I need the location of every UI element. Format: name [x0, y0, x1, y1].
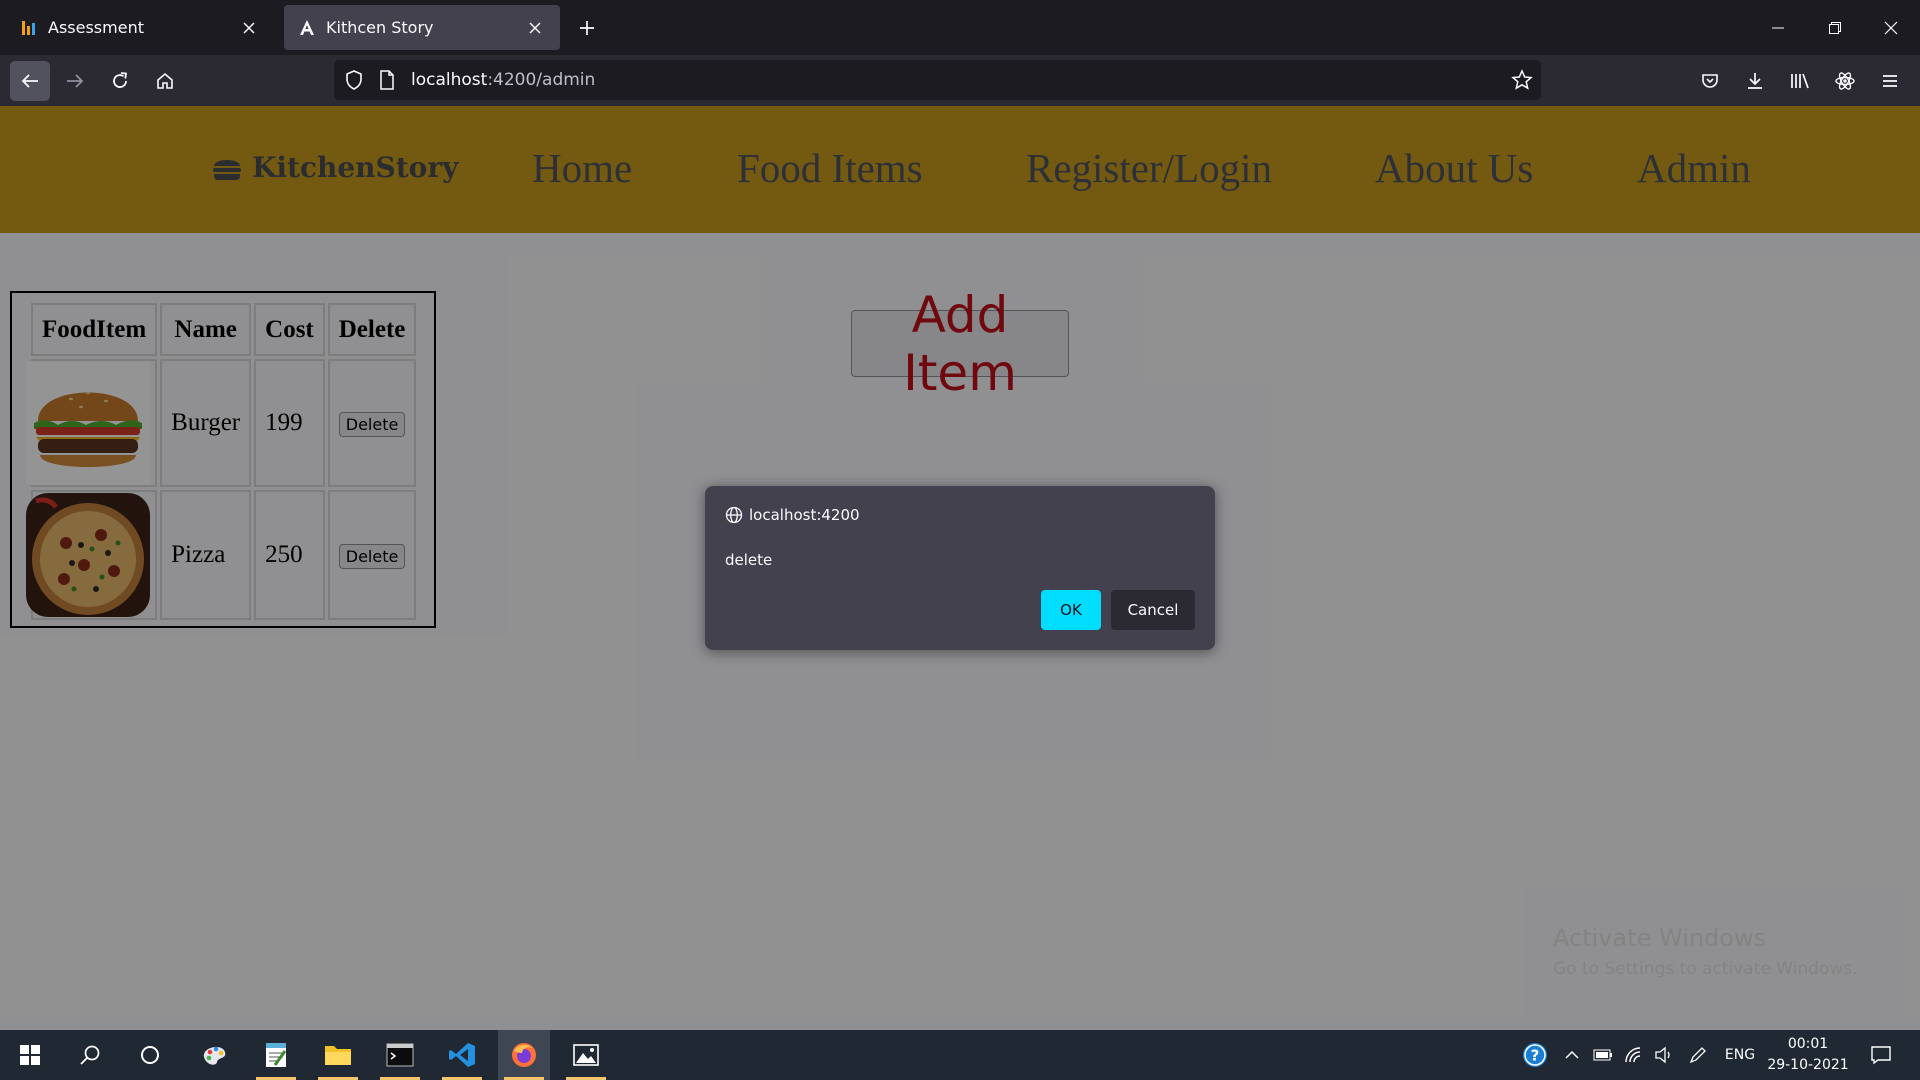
battery-icon[interactable] [1589, 1030, 1617, 1080]
dialog-origin: localhost:4200 [725, 506, 860, 524]
react-devtools-icon[interactable] [1825, 61, 1865, 101]
confirm-dialog: localhost:4200 delete OK Cancel [705, 486, 1215, 650]
assessment-favicon-icon [20, 19, 38, 37]
browser-tab-strip: Assessment Kithcen Story [0, 0, 1920, 55]
tab-title: Assessment [48, 18, 144, 37]
tab-title: Kithcen Story [326, 18, 434, 37]
back-arrow-icon[interactable] [10, 61, 50, 101]
terminal-app-icon[interactable] [374, 1030, 426, 1080]
tracking-shield-icon[interactable] [344, 69, 364, 95]
browser-navigation-bar: localhost:4200/admin [0, 55, 1920, 106]
url-text: localhost:4200/admin [411, 70, 595, 90]
firefox-app-icon[interactable] [498, 1030, 550, 1080]
dialog-origin-text: localhost:4200 [749, 506, 860, 524]
clock[interactable]: 00:01 29-10-2021 [1766, 1034, 1850, 1076]
restore-icon[interactable] [1812, 8, 1858, 48]
page-info-icon[interactable] [378, 69, 396, 95]
clock-date: 29-10-2021 [1767, 1057, 1849, 1073]
downloads-icon[interactable] [1735, 61, 1775, 101]
clock-time: 00:01 [1787, 1036, 1829, 1052]
new-tab-icon[interactable] [572, 13, 602, 43]
pocket-icon[interactable] [1690, 61, 1730, 101]
file-explorer-icon[interactable] [312, 1030, 364, 1080]
volume-icon[interactable] [1650, 1030, 1678, 1080]
windows-taskbar: ? ENG 00:01 29-10-2021 [0, 1030, 1920, 1080]
close-tab-icon[interactable] [238, 17, 260, 39]
help-icon[interactable]: ? [1520, 1030, 1550, 1080]
globe-icon [725, 506, 743, 524]
notifications-icon[interactable] [1864, 1030, 1898, 1080]
bookmark-star-icon[interactable] [1511, 69, 1533, 95]
notepad-app-icon[interactable] [250, 1030, 302, 1080]
url-path: :4200/admin [487, 70, 596, 90]
reload-icon[interactable] [100, 61, 140, 101]
library-icon[interactable] [1780, 61, 1820, 101]
tab-assessment[interactable]: Assessment [6, 5, 274, 50]
close-window-icon[interactable] [1868, 8, 1914, 48]
url-host: localhost [411, 70, 488, 90]
tab-kitchen-story[interactable]: Kithcen Story [284, 5, 560, 50]
cortana-icon[interactable] [124, 1030, 176, 1080]
search-icon[interactable] [64, 1030, 116, 1080]
wifi-icon[interactable] [1620, 1030, 1648, 1080]
cancel-button[interactable]: Cancel [1111, 590, 1195, 630]
windows-start-icon[interactable] [4, 1030, 56, 1080]
paint-app-icon[interactable] [188, 1030, 240, 1080]
forward-arrow-icon[interactable] [55, 61, 95, 101]
vscode-app-icon[interactable] [436, 1030, 488, 1080]
home-icon[interactable] [145, 61, 185, 101]
dialog-message: delete [725, 551, 773, 569]
show-hidden-icons-chevron-icon[interactable] [1558, 1030, 1586, 1080]
photos-app-icon[interactable] [560, 1030, 612, 1080]
language-indicator[interactable]: ENG [1720, 1030, 1760, 1080]
minimize-icon[interactable] [1755, 8, 1801, 48]
angular-favicon-icon [298, 19, 316, 37]
pen-icon[interactable] [1684, 1030, 1712, 1080]
hamburger-menu-icon[interactable] [1870, 61, 1910, 101]
ok-button[interactable]: OK [1041, 590, 1101, 630]
url-bar[interactable]: localhost:4200/admin [334, 60, 1541, 100]
close-tab-icon[interactable] [524, 17, 546, 39]
svg-text:?: ? [1531, 1047, 1540, 1065]
